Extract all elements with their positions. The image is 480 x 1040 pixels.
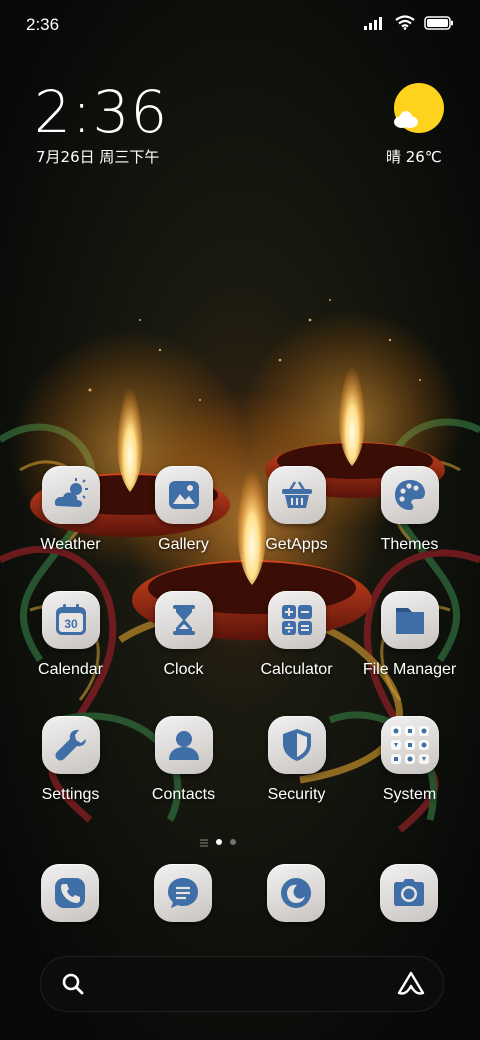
browser-icon[interactable] (267, 864, 325, 922)
status-time: 2:36 (26, 15, 60, 34)
palette-icon[interactable] (380, 466, 439, 524)
person-icon[interactable] (154, 716, 213, 774)
app-clock[interactable]: Clock (127, 587, 240, 679)
messages-icon[interactable] (154, 864, 212, 922)
app-label-themes: Themes (380, 536, 439, 553)
hourglass-icon[interactable] (154, 591, 213, 649)
battery-icon (424, 15, 454, 34)
search-bar[interactable] (40, 956, 444, 1012)
app-calendar[interactable]: 30 Calendar (14, 587, 127, 679)
page-dot-2[interactable] (230, 838, 236, 845)
app-weather[interactable]: Weather (14, 462, 127, 554)
phone-icon[interactable] (41, 864, 99, 922)
weather-condition-temp[interactable]: 晴 26℃ (386, 146, 442, 167)
app-label-file-manager: File Manager (362, 661, 457, 678)
app-label-system: System (382, 786, 437, 803)
app-themes[interactable]: Themes (353, 462, 466, 554)
app-security[interactable]: Security (240, 712, 353, 804)
folder-icon[interactable] (380, 591, 439, 649)
app-label-clock: Clock (163, 661, 204, 678)
app-label-weather: Weather (40, 536, 101, 553)
app-label-gallery: Gallery (158, 536, 209, 553)
app-label-calendar: Calendar (38, 661, 103, 678)
status-bar: 2:36 (0, 0, 480, 50)
shield-icon[interactable] (267, 716, 326, 774)
app-folder-icon[interactable] (380, 716, 439, 774)
page-dot-1[interactable] (216, 838, 222, 845)
signal-icon (364, 15, 386, 34)
clock-widget-time[interactable]: 2:36 (34, 78, 168, 146)
app-label-calculator: Calculator (260, 661, 333, 678)
app-calculator[interactable]: Calculator (240, 587, 353, 679)
app-file-manager[interactable]: File Manager (353, 587, 466, 679)
search-icon[interactable] (61, 972, 85, 1000)
app-settings[interactable]: Settings (14, 712, 127, 804)
camera-icon[interactable] (380, 864, 438, 922)
app-label-settings: Settings (41, 786, 100, 803)
basket-icon[interactable] (267, 466, 326, 524)
calendar-icon[interactable]: 30 (41, 591, 100, 649)
app-contacts[interactable]: Contacts (127, 712, 240, 804)
app-getapps[interactable]: GetApps (240, 462, 353, 554)
wifi-icon (395, 15, 415, 34)
app-label-contacts: Contacts (151, 786, 216, 803)
weather-icon[interactable] (41, 466, 100, 524)
app-label-security: Security (267, 786, 326, 803)
app-label-getapps: GetApps (265, 536, 328, 553)
clock-widget-date[interactable]: 7月26日 周三下午 (36, 146, 159, 167)
status-icons (364, 15, 454, 34)
calendar-icon-date: 30 (64, 617, 78, 631)
gallery-icon[interactable] (154, 466, 213, 524)
page-indicator[interactable] (200, 832, 236, 851)
menu-lines-icon (200, 832, 208, 851)
sun-cloud-icon[interactable] (392, 82, 446, 140)
assistant-icon[interactable] (397, 971, 425, 1001)
app-system[interactable]: System (353, 712, 466, 804)
wrench-icon[interactable] (41, 716, 100, 774)
calculator-icon[interactable] (267, 591, 326, 649)
app-gallery[interactable]: Gallery (127, 462, 240, 554)
